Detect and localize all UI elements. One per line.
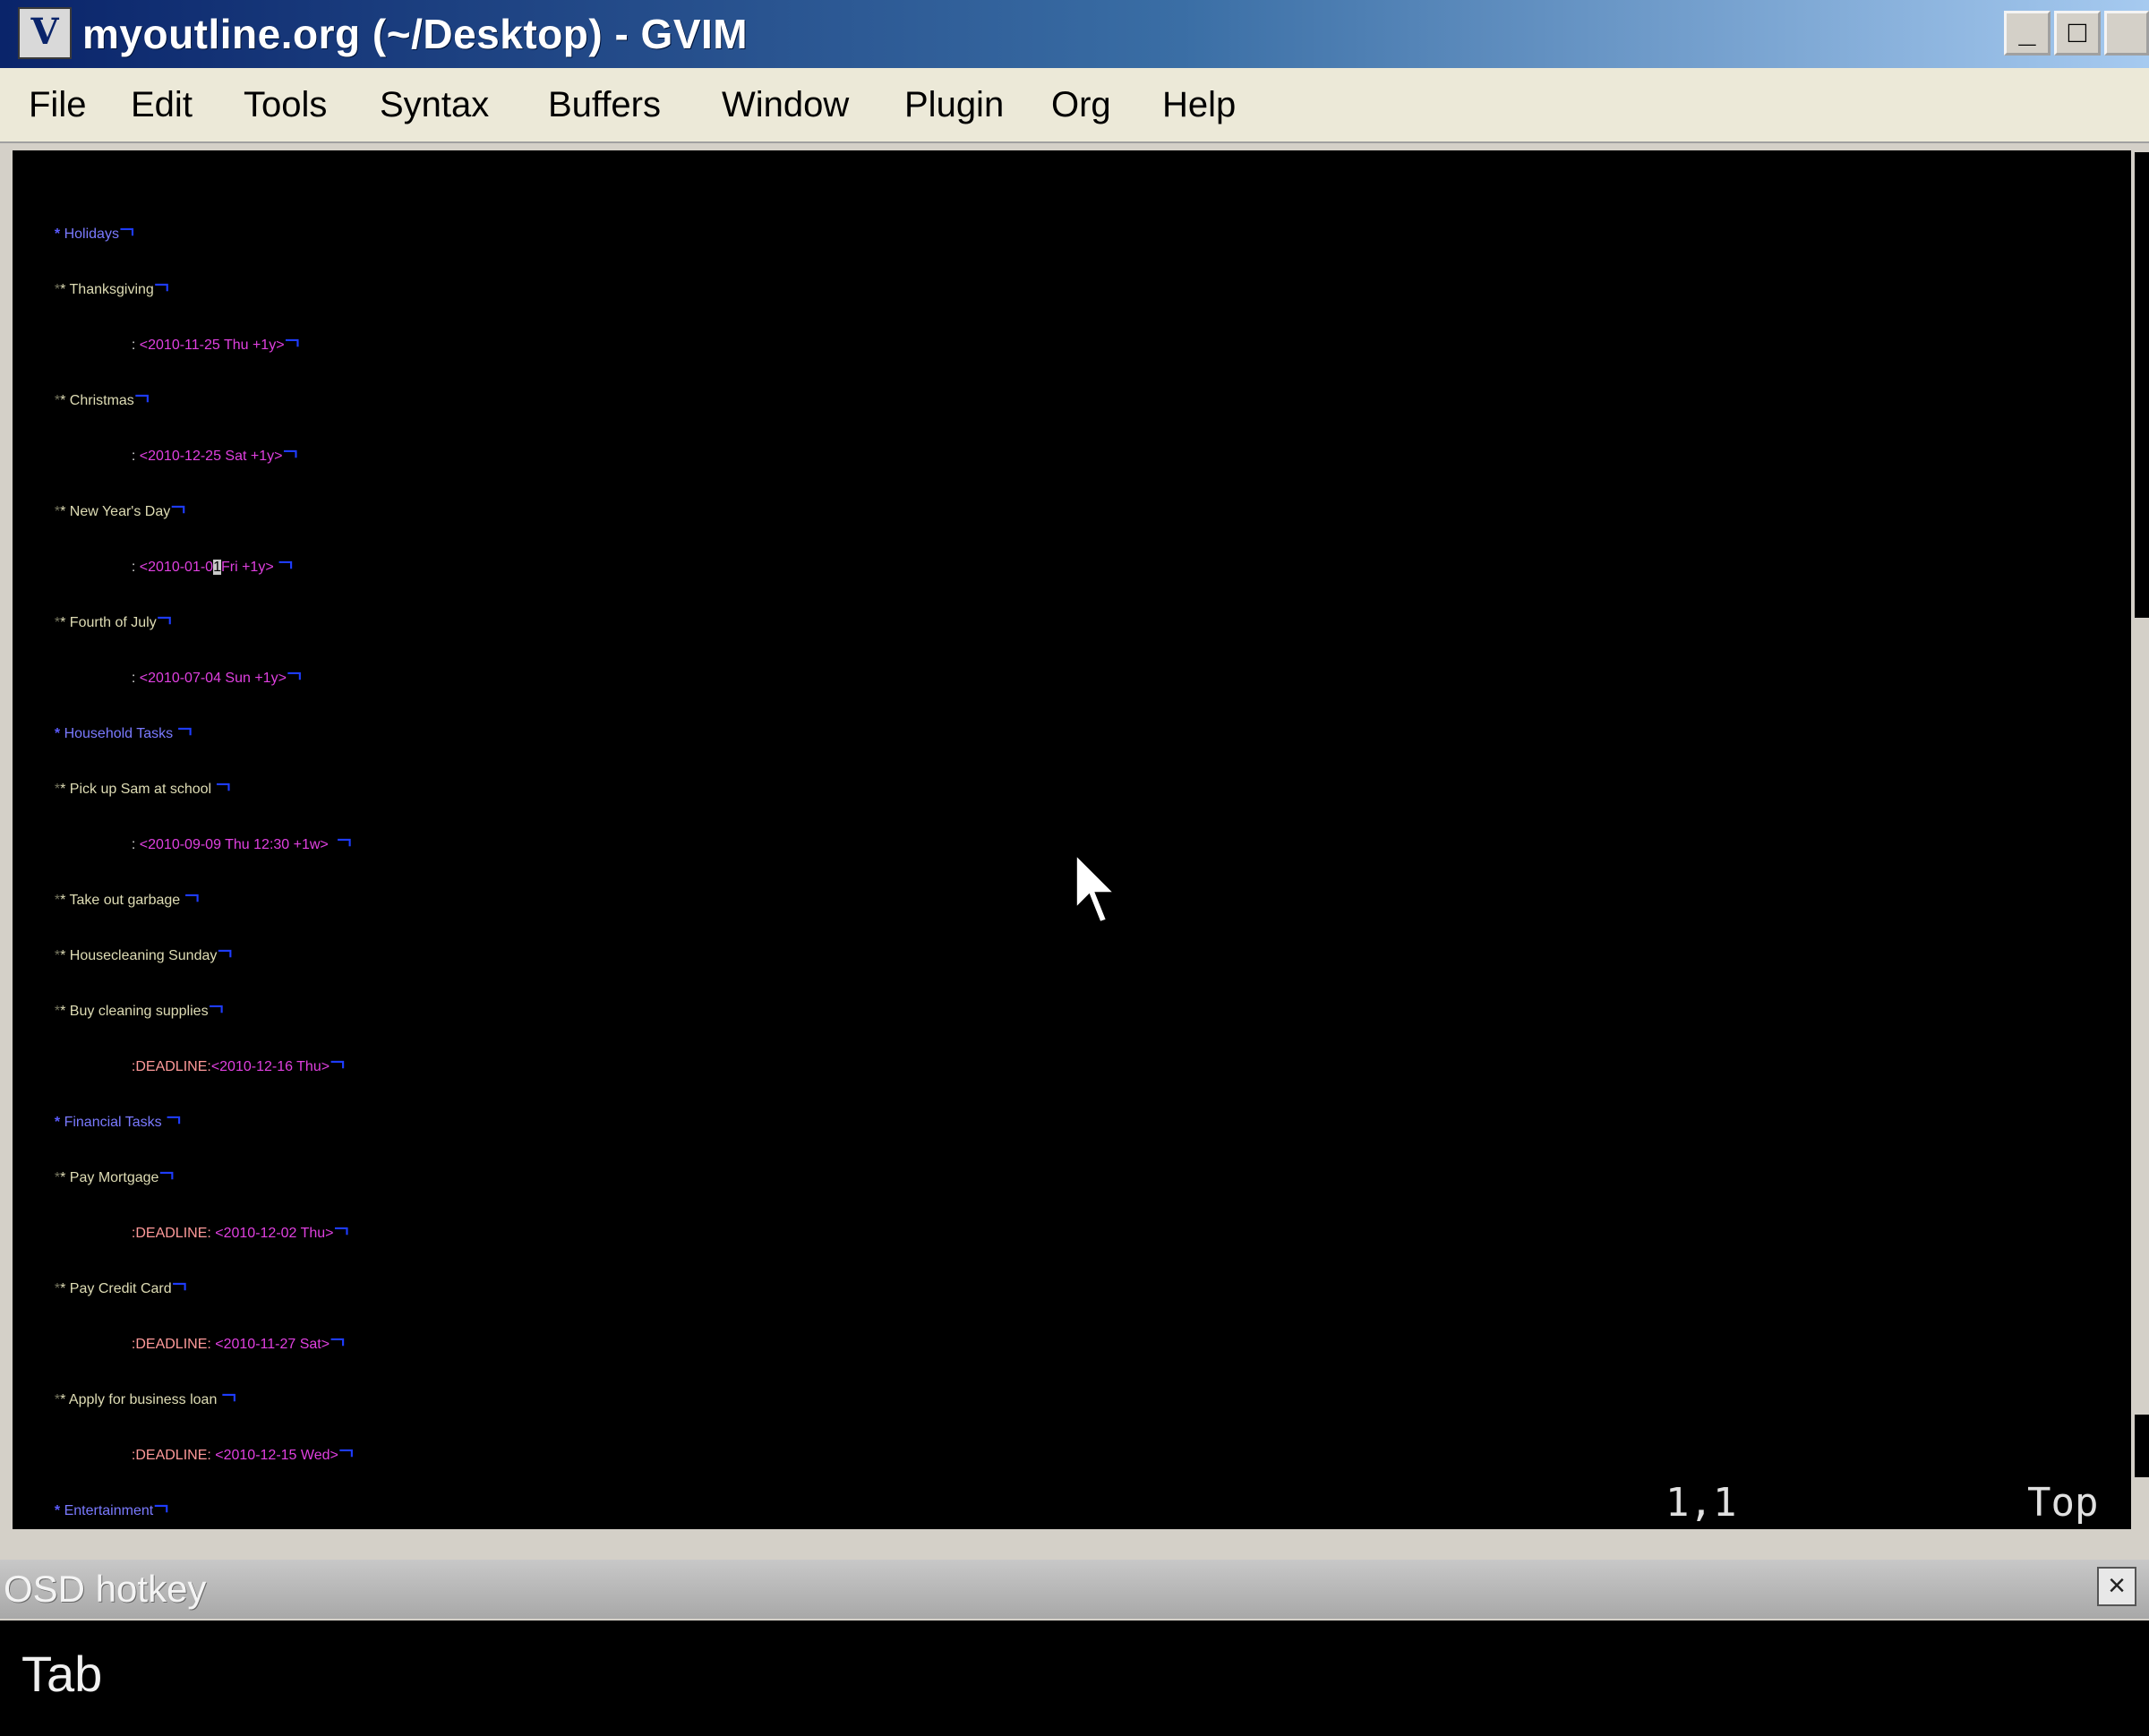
outline-line-loan[interactable]: ** Apply for business loan ¬ xyxy=(47,1313,236,1410)
outline-line-mortgage-deadline[interactable]: :DEADLINE: <2010-12-02 Thu>¬ xyxy=(124,1146,349,1244)
scrollbar-thumb[interactable] xyxy=(2135,152,2149,618)
outline-line-mortgage[interactable]: ** Pay Mortgage¬ xyxy=(47,1090,175,1188)
menu-syntax[interactable]: Syntax xyxy=(380,68,489,141)
eol-marker: ¬ xyxy=(330,1048,346,1077)
eol-marker: ¬ xyxy=(336,825,353,855)
eol-marker: ¬ xyxy=(286,659,303,688)
outline-line-creditcard-deadline[interactable]: :DEADLINE: <2010-11-27 Sat>¬ xyxy=(124,1257,346,1355)
minimize-button[interactable]: _ xyxy=(2004,11,2051,56)
outline-line-creditcard[interactable]: ** Pay Credit Card¬ xyxy=(47,1202,187,1299)
osd-close-button[interactable]: × xyxy=(2097,1567,2136,1606)
outline-line-housecleaning[interactable]: ** Housecleaning Sunday¬ xyxy=(47,868,233,966)
text-cursor: 1 xyxy=(213,560,221,575)
outline-line-loan-deadline[interactable]: :DEADLINE: <2010-12-15 Wed>¬ xyxy=(124,1368,355,1466)
osd-body xyxy=(0,1621,2149,1736)
osd-title-bar[interactable] xyxy=(0,1560,2149,1619)
title-bar[interactable]: V myoutline.org (~/Desktop) - GVIM _ □ xyxy=(0,0,2149,68)
close-button-partial[interactable] xyxy=(2104,11,2149,56)
outline-line-supplies-deadline[interactable]: :DEADLINE:<2010-12-16 Thu>¬ xyxy=(124,979,346,1077)
cursor-position: 1,1 xyxy=(1665,1480,1737,1526)
eol-marker: ¬ xyxy=(284,326,301,355)
menu-help[interactable]: Help xyxy=(1162,68,1236,141)
outline-line-supplies[interactable]: ** Buy cleaning supplies¬ xyxy=(47,924,224,1022)
timestamp-part: Fri +1y> xyxy=(220,560,274,575)
outline-line-household[interactable]: * Household Tasks ¬ xyxy=(47,646,193,744)
eol-marker: ¬ xyxy=(330,1325,346,1355)
menu-plugin[interactable]: Plugin xyxy=(904,68,1004,141)
outline-line-holidays[interactable]: * Holidays¬ xyxy=(47,147,135,244)
menu-tools[interactable]: Tools xyxy=(244,68,327,141)
outline-line-thanksgiving[interactable]: ** Thanksgiving¬ xyxy=(47,202,169,300)
outline-line-july[interactable]: ** Fourth of July¬ xyxy=(47,535,172,633)
outline-line-christmas-date[interactable]: : <2010-12-25 Sat +1y>¬ xyxy=(124,369,298,466)
osd-hotkey-text: Tab xyxy=(21,1646,103,1702)
eol-marker: ¬ xyxy=(278,548,294,577)
timestamp: <2010-12-16 Thu> xyxy=(210,1059,330,1074)
menu-window[interactable]: Window xyxy=(722,68,849,141)
outline-line-christmas[interactable]: ** Christmas¬ xyxy=(47,313,150,411)
outline-line-thanksgiving-date[interactable]: : <2010-11-25 Thu +1y>¬ xyxy=(124,258,300,355)
outline-line-financial[interactable]: * Financial Tasks ¬ xyxy=(47,1035,182,1133)
timestamp: <2010-12-02 Thu> xyxy=(215,1226,334,1241)
outline-line-pickup-date[interactable]: : <2010-09-09 Thu 12:30 +1w> ¬ xyxy=(124,757,352,855)
outline-line-newyear[interactable]: ** New Year's Day¬ xyxy=(47,424,186,522)
timestamp: <2010-12-15 Wed> xyxy=(215,1448,338,1463)
eol-marker: ¬ xyxy=(153,1492,169,1521)
timestamp: <2010-11-25 Thu +1y> xyxy=(139,338,285,353)
outline-line-newyear-date[interactable]: : <2010-01-01Fri +1y> ¬ xyxy=(124,480,294,577)
heading-text: Entertainment xyxy=(64,1503,154,1518)
gvim-app-icon[interactable]: V xyxy=(18,7,72,59)
scrollbar-marker xyxy=(2135,1415,2149,1477)
outline-line-entertainment[interactable]: * Entertainment¬ xyxy=(47,1424,169,1521)
menu-edit[interactable]: Edit xyxy=(131,68,193,141)
menu-org[interactable]: Org xyxy=(1051,68,1111,141)
menu-buffers[interactable]: Buffers xyxy=(548,68,661,141)
osd-title: OSD hotkey xyxy=(4,1568,207,1610)
outline-line-garbage[interactable]: ** Take out garbage ¬ xyxy=(47,813,200,911)
eol-marker: ¬ xyxy=(333,1214,350,1244)
outline-line-july-date[interactable]: : <2010-07-04 Sun +1y>¬ xyxy=(124,591,303,688)
window-title: myoutline.org (~/Desktop) - GVIM xyxy=(82,11,749,57)
menu-file[interactable]: File xyxy=(29,68,86,141)
eol-marker: ¬ xyxy=(282,437,298,466)
mouse-pointer-icon xyxy=(1074,851,1120,926)
outline-line-pickup[interactable]: ** Pick up Sam at school ¬ xyxy=(47,702,231,800)
menu-bar: File Edit Tools Syntax Buffers Window Pl… xyxy=(0,68,2149,143)
scroll-position: Top xyxy=(2027,1480,2099,1526)
maximize-button[interactable]: □ xyxy=(2054,11,2101,56)
eol-marker: ¬ xyxy=(338,1436,355,1466)
